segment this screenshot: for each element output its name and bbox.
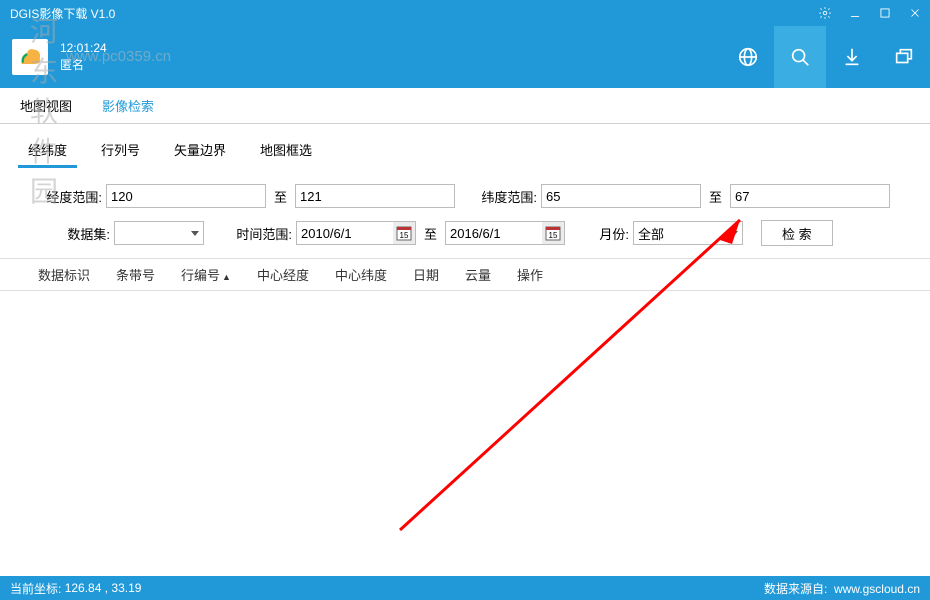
svg-text:15: 15: [549, 231, 558, 240]
sub-tabs: 经纬度 行列号 矢量边界 地图框选: [0, 124, 930, 168]
date-to-value: 2016/6/1: [446, 226, 542, 241]
month-select[interactable]: 全部: [633, 221, 743, 245]
clock-text: 12:01:24: [60, 40, 107, 57]
search-button[interactable]: 检 索: [761, 220, 833, 246]
col-clon[interactable]: 中心经度: [257, 265, 309, 284]
globe-icon[interactable]: [722, 26, 774, 88]
time-label: 时间范围:: [222, 224, 296, 243]
primary-tabs: 地图视图 影像检索: [0, 88, 930, 124]
col-strip[interactable]: 条带号: [116, 265, 155, 284]
status-bar: 当前坐标: 126.84 , 33.19 数据来源自: www.gscloud.…: [0, 576, 930, 600]
col-row[interactable]: 行编号▲: [181, 265, 231, 284]
windows-icon[interactable]: [878, 26, 930, 88]
calendar-icon[interactable]: 15: [542, 222, 564, 244]
dataset-select[interactable]: [114, 221, 204, 245]
coord-value: 126.84 , 33.19: [65, 581, 142, 595]
coord-label: 当前坐标:: [10, 580, 61, 597]
dataset-label: 数据集:: [40, 224, 114, 243]
date-from-input[interactable]: 2010/6/1 15: [296, 221, 416, 245]
subtab-rowcol[interactable]: 行列号: [91, 134, 150, 168]
sort-asc-icon: ▲: [222, 272, 231, 282]
minimize-icon[interactable]: [840, 0, 870, 26]
col-clat[interactable]: 中心纬度: [335, 265, 387, 284]
month-value: 全部: [638, 224, 664, 243]
close-icon[interactable]: [900, 0, 930, 26]
settings-icon[interactable]: [810, 0, 840, 26]
user-block: 12:01:24 匿名: [60, 40, 107, 74]
subtab-vector[interactable]: 矢量边界: [164, 134, 236, 168]
subtab-box[interactable]: 地图框选: [250, 134, 322, 168]
app-logo-icon: [12, 39, 48, 75]
svg-text:15: 15: [400, 231, 409, 240]
source-value: www.gscloud.cn: [834, 582, 920, 596]
lon-to-label: 至: [274, 187, 287, 206]
titlebar: DGIS影像下载 V1.0: [0, 0, 930, 26]
caret-down-icon: [191, 231, 199, 236]
time-to-label: 至: [424, 224, 437, 243]
subtab-latlon[interactable]: 经纬度: [18, 134, 77, 168]
maximize-icon[interactable]: [870, 0, 900, 26]
col-id[interactable]: 数据标识: [38, 265, 90, 284]
tab-map-view[interactable]: 地图视图: [10, 88, 82, 123]
lon-label: 经度范围:: [40, 187, 106, 206]
header: 12:01:24 匿名: [0, 26, 930, 88]
col-date[interactable]: 日期: [413, 265, 439, 284]
lat-to-input[interactable]: [730, 184, 890, 208]
search-icon[interactable]: [774, 26, 826, 88]
tab-image-search[interactable]: 影像检索: [92, 88, 164, 123]
lat-label: 纬度范围:: [475, 187, 541, 206]
download-icon[interactable]: [826, 26, 878, 88]
window-title: DGIS影像下载 V1.0: [10, 5, 810, 22]
col-cloud[interactable]: 云量: [465, 265, 491, 284]
results-header: 数据标识 条带号 行编号▲ 中心经度 中心纬度 日期 云量 操作: [0, 258, 930, 291]
source-label: 数据来源自:: [764, 582, 827, 596]
calendar-icon[interactable]: 15: [393, 222, 415, 244]
col-op[interactable]: 操作: [517, 265, 543, 284]
username-text: 匿名: [60, 57, 107, 74]
lon-from-input[interactable]: [106, 184, 266, 208]
date-to-input[interactable]: 2016/6/1 15: [445, 221, 565, 245]
date-from-value: 2010/6/1: [297, 226, 393, 241]
lat-from-input[interactable]: [541, 184, 701, 208]
caret-down-icon: [730, 231, 738, 236]
lon-to-input[interactable]: [295, 184, 455, 208]
month-label: 月份:: [583, 224, 633, 243]
lat-to-label: 至: [709, 187, 722, 206]
